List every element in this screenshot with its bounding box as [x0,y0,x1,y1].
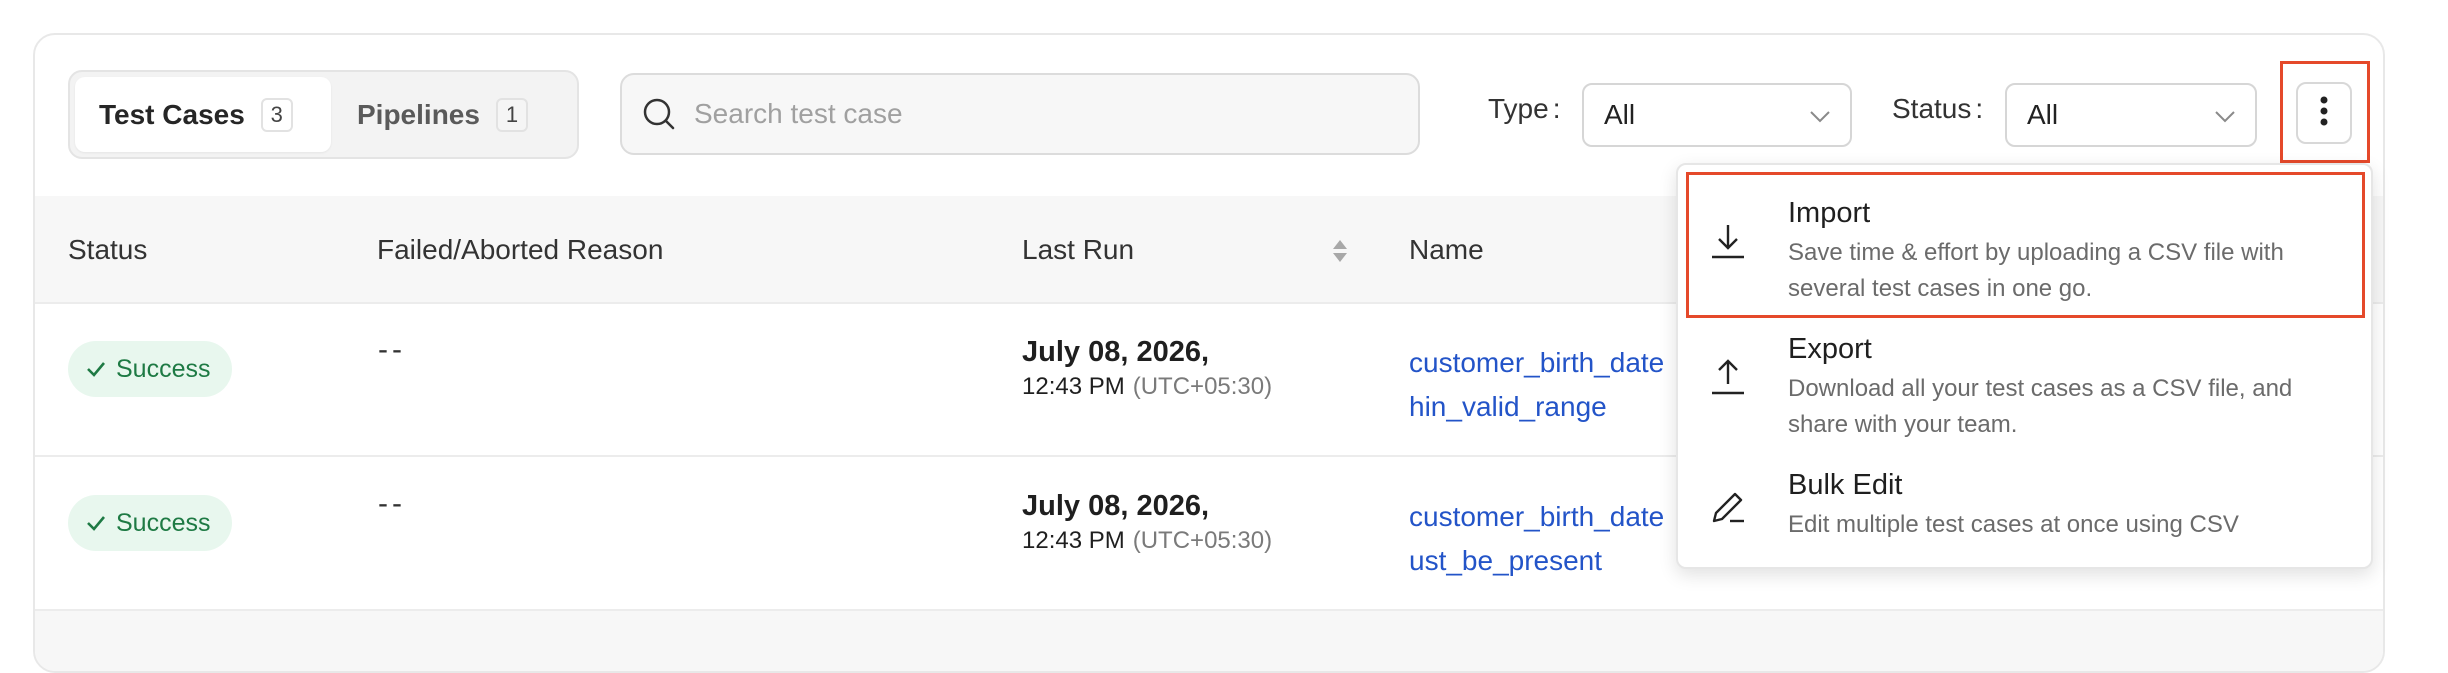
more-options-highlight [2280,61,2370,163]
type-filter-label: Type: [1488,93,1561,124]
status-filter-select[interactable]: All [2005,83,2257,147]
pencil-edit-icon [1708,487,1748,527]
failure-reason: -- [378,333,406,366]
tab-switcher: Test Cases 3 Pipelines 1 [68,70,579,159]
tab-pipelines-label: Pipelines [357,98,480,130]
tab-pipelines[interactable]: Pipelines 1 [345,77,573,152]
sort-icon[interactable] [1331,238,1349,269]
test-case-name-link[interactable]: customer_birth_date hin_valid_range [1409,341,1664,429]
menu-item-description: Edit multiple test cases at once using C… [1788,511,2239,538]
timezone-label: (UTC+05:30) [1132,527,1273,554]
import-highlight [1686,172,2365,318]
failure-reason: -- [378,487,406,520]
menu-item-title: Export [1788,333,1872,365]
table-footer-row [35,611,2383,671]
menu-item-export[interactable]: Export Download all your test cases as a… [1678,301,2375,438]
test-case-name-link[interactable]: customer_birth_date ust_be_present [1409,495,1664,583]
status-filter-label: Status: [1892,93,1984,124]
menu-item-bulk-edit[interactable]: Bulk Edit Edit multiple test cases at on… [1678,437,2375,573]
last-run-date: July 08, 2026, [1022,490,1210,522]
tab-test-cases-label: Test Cases [99,98,245,130]
status-badge: Success [68,341,232,397]
tab-test-cases-count: 3 [260,97,293,132]
last-run-time: 12:43 PM (UTC+05:30) [1022,373,1273,400]
column-header-last-run[interactable]: Last Run [1022,234,1134,266]
search-box[interactable] [620,73,1420,155]
tab-pipelines-count: 1 [495,97,528,132]
chevron-down-icon [2213,103,2237,135]
export-upload-icon [1708,357,1748,397]
chevron-down-icon [1808,103,1832,135]
type-filter-value: All [1604,99,1636,130]
type-filter-select[interactable]: All [1582,83,1852,147]
tab-test-cases[interactable]: Test Cases 3 [75,77,331,152]
check-icon [86,359,106,379]
last-run-date: July 08, 2026, [1022,336,1210,368]
column-header-reason: Failed/Aborted Reason [377,234,664,265]
status-filter-value: All [2027,99,2059,130]
last-run-time: 12:43 PM (UTC+05:30) [1022,527,1273,554]
menu-item-description: Download all your test cases as a CSV fi… [1788,375,2293,438]
status-text: Success [116,508,211,537]
search-input[interactable] [692,97,1376,131]
timezone-label: (UTC+05:30) [1132,373,1273,400]
column-header-name[interactable]: Name [1409,234,1484,266]
column-header-status: Status [68,234,148,265]
status-text: Success [116,354,211,383]
status-badge: Success [68,495,232,551]
search-icon [642,96,678,132]
check-icon [86,513,106,533]
menu-item-title: Bulk Edit [1788,469,1903,501]
